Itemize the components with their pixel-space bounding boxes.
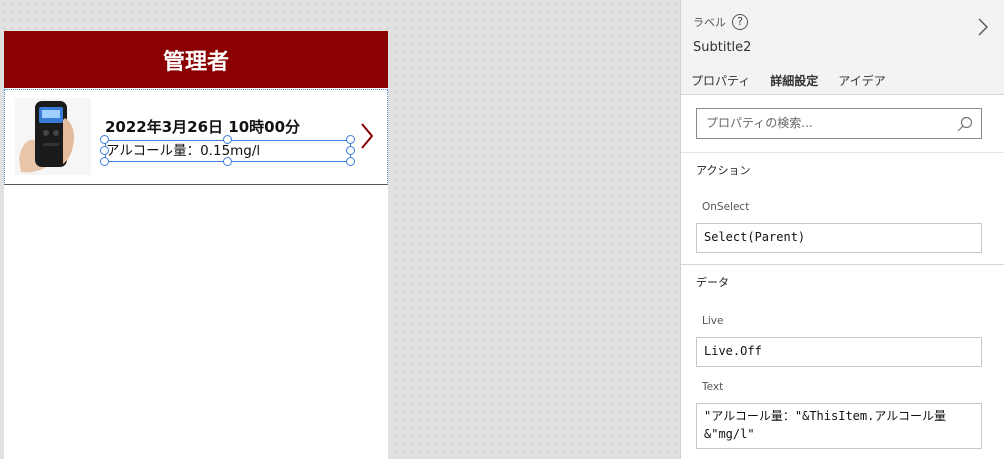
resize-handle-top-left[interactable] <box>100 135 109 144</box>
search-input[interactable] <box>706 109 956 137</box>
resize-handle-bottom-right[interactable] <box>346 157 355 166</box>
prop-label-onselect: OnSelect <box>702 201 750 213</box>
gallery-item[interactable]: 2022年3月26日 10時00分 アルコール量：0.15mg/l <box>4 89 388 185</box>
breathalyzer-photo[interactable] <box>15 98 91 175</box>
app-screen[interactable]: 管理者 2022年3月26日 10時00分 アルコール量：0.15mg/l <box>4 31 388 459</box>
control-type-label: ラベル <box>693 16 726 29</box>
text-formula-line-1: "アルコール量："&ThisItem.アルコール量 <box>704 409 946 423</box>
tab-advanced[interactable]: 詳細設定 <box>760 72 829 97</box>
text-formula-line-2: &"mg/l" <box>704 427 755 441</box>
tab-ideas[interactable]: アイデア <box>828 72 895 97</box>
resize-handle-mid-left[interactable] <box>100 146 109 155</box>
resize-handle-bottom-mid[interactable] <box>223 157 232 166</box>
search-box[interactable] <box>696 108 982 139</box>
resize-handle-bottom-left[interactable] <box>100 157 109 166</box>
live-formula-field[interactable]: Live.Off <box>696 337 982 367</box>
search-area <box>681 95 1004 153</box>
search-icon[interactable] <box>956 115 974 133</box>
prop-label-text: Text <box>702 381 724 393</box>
chevron-right-icon[interactable] <box>978 18 988 36</box>
tab-properties[interactable]: プロパティ <box>681 72 760 97</box>
section-actions: アクション OnSelect Select(Parent) <box>681 153 1004 265</box>
section-title-actions: アクション <box>696 164 751 177</box>
canvas-area: 管理者 2022年3月26日 10時00分 アルコール量：0.15mg/l <box>0 0 680 459</box>
app-header: 管理者 <box>4 31 388 88</box>
resize-handle-top-right[interactable] <box>346 135 355 144</box>
text-formula-field[interactable]: "アルコール量："&ThisItem.アルコール量 &"mg/l" <box>696 403 982 449</box>
section-title-data: データ <box>696 276 729 289</box>
panel-tabs: プロパティ 詳細設定 アイデア <box>681 72 896 97</box>
onselect-formula-field[interactable]: Select(Parent) <box>696 223 982 253</box>
help-icon[interactable]: ? <box>732 14 748 30</box>
item-title[interactable]: 2022年3月26日 10時00分 <box>105 116 300 137</box>
resize-handle-mid-right[interactable] <box>346 146 355 155</box>
header-title: 管理者 <box>162 49 229 75</box>
resize-handle-top-mid[interactable] <box>223 135 232 144</box>
prop-label-live: Live <box>702 315 724 327</box>
control-type: ラベル ? <box>693 14 748 30</box>
control-name[interactable]: Subtitle2 <box>693 40 751 55</box>
chevron-right-icon[interactable] <box>357 120 377 152</box>
panel-header: ラベル ? Subtitle2 プロパティ 詳細設定 アイデア <box>681 0 1004 97</box>
section-data: データ Live Live.Off Text "アルコール量："&ThisIte… <box>681 265 1004 459</box>
properties-panel: ラベル ? Subtitle2 プロパティ 詳細設定 アイデア アクション On… <box>680 0 1004 459</box>
